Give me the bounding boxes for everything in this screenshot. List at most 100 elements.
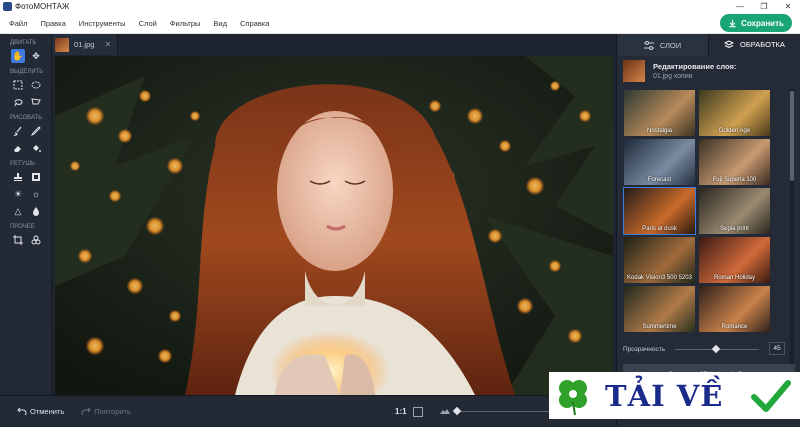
brighten-icon[interactable]: ☀ bbox=[11, 187, 25, 201]
filter-preset[interactable]: Romance bbox=[698, 285, 771, 333]
tool-group-label: ВЫДЕЛИТЬ bbox=[10, 69, 44, 75]
filter-grid: Nostalgia Golden Age Forecast Fuji Super… bbox=[623, 89, 791, 369]
blur-icon[interactable] bbox=[29, 204, 43, 218]
patch-icon[interactable] bbox=[29, 170, 43, 184]
brush-icon[interactable] bbox=[11, 124, 25, 138]
ellipse-select-icon[interactable] bbox=[29, 78, 43, 92]
sliders-icon bbox=[643, 40, 654, 50]
tab-processing[interactable]: ОБРАБОТКА bbox=[709, 34, 800, 56]
bokeh-light bbox=[139, 90, 151, 102]
clover-icon bbox=[559, 379, 587, 415]
undo-button[interactable]: Отменить bbox=[17, 407, 64, 416]
filter-preset-selected[interactable]: Paris at dusk bbox=[623, 187, 696, 235]
tab-layers-label: СЛОИ bbox=[659, 40, 682, 50]
layers-icon bbox=[724, 40, 735, 49]
bokeh-light bbox=[579, 110, 591, 122]
bokeh-light bbox=[169, 310, 181, 322]
save-button[interactable]: Сохранить bbox=[720, 14, 792, 32]
filter-preset[interactable]: Kodak Vision3 500 5203 bbox=[623, 236, 696, 284]
stamp-icon[interactable] bbox=[11, 170, 25, 184]
bokeh-light bbox=[550, 81, 560, 91]
save-icon bbox=[729, 19, 736, 27]
filter-scrollbar[interactable] bbox=[790, 89, 794, 369]
filter-preset[interactable]: Summertime bbox=[623, 285, 696, 333]
bokeh-light bbox=[146, 217, 164, 235]
move-icon[interactable]: ✥ bbox=[29, 49, 43, 63]
pencil-icon[interactable] bbox=[29, 124, 43, 138]
menu-layer[interactable]: Слой bbox=[139, 19, 157, 28]
filter-preset[interactable]: Roman Holiday bbox=[698, 236, 771, 284]
bokeh-light bbox=[158, 349, 172, 363]
filter-label: Summertime bbox=[642, 324, 677, 330]
bokeh-light bbox=[109, 190, 121, 202]
tool-group-label: РИСОВАТЬ bbox=[10, 115, 43, 121]
lasso-icon[interactable] bbox=[11, 95, 25, 109]
document-tab[interactable]: 01.jpg ✕ bbox=[52, 34, 119, 55]
zoom-ratio-button[interactable]: 1:1 bbox=[395, 407, 407, 416]
hand-icon[interactable]: ✋ bbox=[11, 49, 25, 63]
checkmark-icon bbox=[751, 379, 791, 412]
watermark-banner: TẢI VỀ bbox=[549, 372, 800, 419]
tool-group-label: ПРОЧЕЕ bbox=[10, 224, 35, 230]
filter-preset[interactable]: Sepia print bbox=[698, 187, 771, 235]
mountain-icon bbox=[440, 409, 450, 414]
filter-preset[interactable]: Nostalgia bbox=[623, 89, 696, 137]
sharpen-icon[interactable]: △ bbox=[11, 204, 25, 218]
scrollbar-thumb[interactable] bbox=[790, 91, 794, 181]
bokeh-light bbox=[517, 298, 533, 314]
opacity-value-field[interactable]: 45 bbox=[769, 342, 785, 355]
maximize-button[interactable]: ❐ bbox=[752, 2, 776, 11]
bokeh-light bbox=[127, 278, 143, 294]
filter-label: Roman Holiday bbox=[713, 275, 756, 281]
shapes-icon[interactable] bbox=[29, 233, 43, 247]
layer-name: 01.jpg копия bbox=[653, 73, 693, 80]
menu-view[interactable]: Вид bbox=[213, 19, 227, 28]
fill-icon[interactable] bbox=[29, 141, 43, 155]
fit-screen-icon[interactable] bbox=[412, 406, 423, 417]
document-tabs: 01.jpg ✕ bbox=[52, 34, 614, 55]
layer-info: Редактирование слоя: 01.jpg копия bbox=[617, 56, 800, 86]
filter-label: Golden Age bbox=[718, 128, 751, 134]
menu-bar: Файл Правка Инструменты Слой Фильтры Вид… bbox=[0, 13, 800, 34]
window-title: ФотоМОНТАЖ bbox=[15, 2, 70, 11]
crop-icon[interactable] bbox=[11, 233, 25, 247]
menu-edit[interactable]: Правка bbox=[40, 19, 65, 28]
tool-group-label: РЕТУШЬ bbox=[10, 161, 35, 167]
bokeh-light bbox=[190, 111, 200, 121]
redo-icon bbox=[81, 407, 91, 415]
filter-label: Kodak Vision3 500 5203 bbox=[627, 275, 692, 281]
menu-filters[interactable]: Фильтры bbox=[170, 19, 201, 28]
layer-edit-title: Редактирование слоя: bbox=[653, 62, 737, 71]
eraser-icon[interactable] bbox=[11, 141, 25, 155]
opacity-control: Прозрачность 45 bbox=[623, 342, 795, 356]
close-window-button[interactable]: ✕ bbox=[776, 2, 800, 11]
opacity-knob[interactable] bbox=[711, 344, 721, 354]
menu-tools[interactable]: Инструменты bbox=[79, 19, 126, 28]
watermark-text: TẢI VỀ bbox=[605, 378, 724, 413]
title-bar: ФотоМОНТАЖ — ❐ ✕ bbox=[0, 0, 800, 13]
polygon-lasso-icon[interactable] bbox=[29, 95, 43, 109]
menu-help[interactable]: Справка bbox=[240, 19, 269, 28]
document-name: 01.jpg bbox=[74, 40, 95, 49]
document-thumbnail bbox=[55, 37, 69, 52]
photo-canvas[interactable] bbox=[55, 56, 613, 395]
tab-layers[interactable]: СЛОИ bbox=[617, 34, 709, 56]
app-icon bbox=[3, 2, 12, 11]
menu-file[interactable]: Файл bbox=[9, 19, 27, 28]
minimize-button[interactable]: — bbox=[728, 2, 752, 11]
opacity-label: Прозрачность bbox=[623, 345, 666, 353]
filter-label: Sepia print bbox=[720, 226, 749, 232]
darken-icon[interactable]: ☼ bbox=[29, 187, 43, 201]
filter-label: Forecast bbox=[647, 177, 672, 183]
redo-button[interactable]: Повторить bbox=[81, 407, 131, 416]
filter-preset[interactable]: Fuji Superia 100 bbox=[698, 138, 771, 186]
zoom-knob[interactable] bbox=[452, 406, 462, 416]
redo-label: Повторить bbox=[94, 406, 131, 416]
tab-processing-label: ОБРАБОТКА bbox=[740, 40, 785, 49]
bokeh-light bbox=[429, 100, 441, 112]
close-icon[interactable]: ✕ bbox=[104, 40, 111, 49]
filter-preset[interactable]: Golden Age bbox=[698, 89, 771, 137]
rect-select-icon[interactable] bbox=[11, 78, 25, 92]
filter-preset[interactable]: Forecast bbox=[623, 138, 696, 186]
bokeh-light bbox=[467, 108, 483, 124]
